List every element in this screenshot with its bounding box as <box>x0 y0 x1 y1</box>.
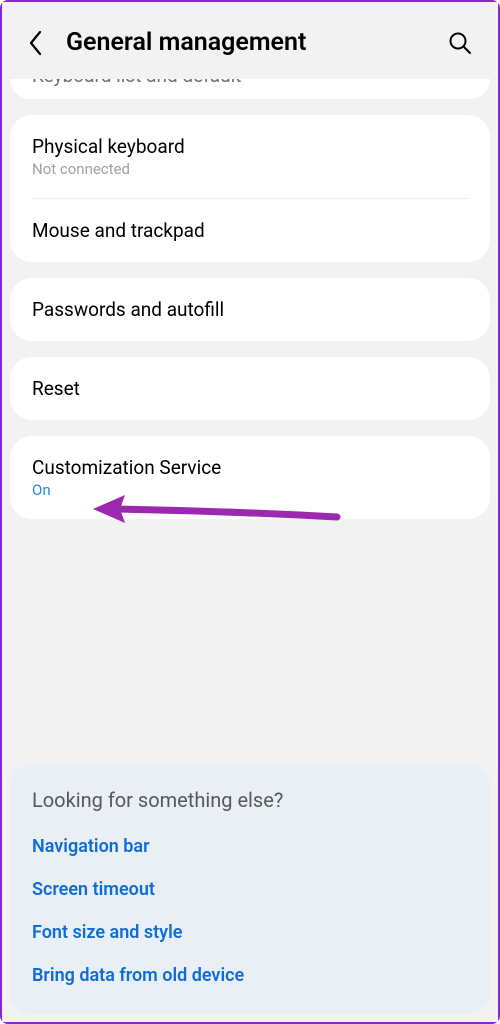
link-bring-data[interactable]: Bring data from old device <box>32 965 468 986</box>
search-button[interactable] <box>446 29 474 57</box>
passwords-autofill-label: Passwords and autofill <box>32 298 468 321</box>
looking-for-heading: Looking for something else? <box>32 788 468 812</box>
back-button[interactable] <box>24 31 48 55</box>
reset-card: Reset <box>10 357 490 420</box>
header-bar: General management <box>10 10 490 79</box>
keyboard-list-item[interactable]: Keyboard list and default <box>10 79 490 99</box>
settings-container: General management Keyboard list and def… <box>2 2 498 1022</box>
physical-keyboard-label: Physical keyboard <box>32 135 468 158</box>
mouse-trackpad-label: Mouse and trackpad <box>32 219 468 242</box>
reset-item[interactable]: Reset <box>10 357 490 420</box>
physical-keyboard-status: Not connected <box>32 160 468 178</box>
customization-status: On <box>32 481 468 499</box>
customization-label: Customization Service <box>32 456 468 479</box>
link-screen-timeout[interactable]: Screen timeout <box>32 879 468 900</box>
search-icon <box>448 31 472 55</box>
mouse-trackpad-item[interactable]: Mouse and trackpad <box>10 199 490 262</box>
looking-for-card: Looking for something else? Navigation b… <box>10 764 490 1014</box>
keyboard-list-label: Keyboard list and default <box>32 79 241 85</box>
customization-item[interactable]: Customization Service On <box>10 436 490 519</box>
input-devices-card: Physical keyboard Not connected Mouse an… <box>10 115 490 262</box>
customization-card: Customization Service On <box>10 436 490 519</box>
physical-keyboard-item[interactable]: Physical keyboard Not connected <box>10 115 490 198</box>
chevron-left-icon <box>28 30 44 56</box>
reset-label: Reset <box>32 377 468 400</box>
passwords-autofill-item[interactable]: Passwords and autofill <box>10 278 490 341</box>
keyboard-list-card: Keyboard list and default <box>10 79 490 99</box>
link-navigation-bar[interactable]: Navigation bar <box>32 836 468 857</box>
link-font-size-style[interactable]: Font size and style <box>32 922 468 943</box>
page-title: General management <box>66 28 428 57</box>
passwords-card: Passwords and autofill <box>10 278 490 341</box>
